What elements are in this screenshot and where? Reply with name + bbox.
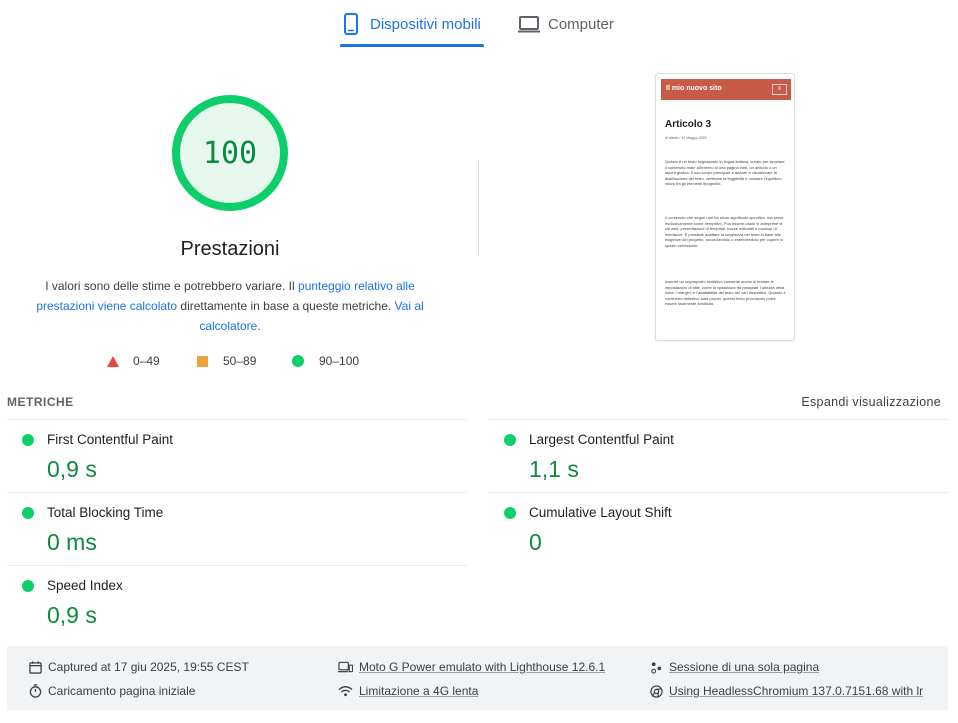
pass-circle-icon [504, 507, 516, 519]
device-tabs: Dispositivi mobili Computer [0, 0, 958, 48]
metric-lcp: Largest Contentful Paint 1,1 s [489, 420, 929, 490]
preview-site-title: Il mio nuovo sito [666, 85, 722, 92]
run-info-footer: Captured at 17 giu 2025, 19:55 CEST Cari… [7, 646, 948, 710]
people-icon [651, 661, 662, 674]
preview-post-meta: di utente / 10 Maggio 2025 [665, 136, 707, 140]
load-text: Caricamento pagina iniziale [48, 684, 196, 698]
legend-fail-range: 0–49 [133, 354, 160, 368]
performance-score: 100 [202, 135, 258, 171]
wifi-icon [338, 686, 353, 697]
pass-circle-icon [22, 580, 34, 592]
metric-value: 1,1 s [529, 456, 579, 482]
browser-info[interactable]: Using HeadlessChromium 137.0.7151.68 wit… [650, 683, 923, 699]
legend-pass: 90–100 [292, 354, 359, 368]
smartphone-icon [340, 12, 362, 36]
active-tab-indicator [340, 44, 484, 47]
triangle-icon [107, 355, 119, 367]
tab-desktop[interactable]: Computer [518, 0, 628, 48]
metric-speed-index: Speed Index 0,9 s [7, 566, 447, 636]
page-screenshot-thumbnail[interactable]: Il mio nuovo sito ≡ Articolo 3 di utente… [655, 73, 795, 341]
captured-info: Captured at 17 giu 2025, 19:55 CEST [29, 659, 249, 675]
metric-value: 0,9 s [47, 456, 97, 482]
metric-value: 0,9 s [47, 602, 97, 628]
preview-site-header: Il mio nuovo sito ≡ [661, 79, 791, 100]
tab-mobile-label: Dispositivi mobili [370, 15, 481, 33]
metric-label: Speed Index [47, 578, 123, 593]
monitor-icon [518, 12, 540, 36]
metric-value: 0 [529, 529, 542, 555]
calendar-icon [29, 660, 42, 674]
chrome-icon [650, 684, 663, 698]
preview-paragraph: Inserire un segnaposto realistico consen… [665, 279, 786, 306]
browser-link[interactable]: Using HeadlessChromium 137.0.7151.68 wit… [669, 684, 923, 698]
devices-icon [338, 661, 353, 673]
metric-label: Total Blocking Time [47, 505, 164, 520]
score-description: I valori sono delle stime e potrebbero v… [30, 276, 430, 336]
circle-icon [292, 355, 304, 367]
metric-label: Cumulative Layout Shift [529, 505, 672, 520]
metric-cls: Cumulative Layout Shift 0 [489, 493, 929, 563]
pass-circle-icon [22, 434, 34, 446]
metric-value: 0 ms [47, 529, 97, 555]
throttling-link[interactable]: Limitazione a 4G lenta [359, 684, 478, 698]
legend-average: 50–89 [197, 354, 256, 368]
legend-average-range: 50–89 [223, 354, 257, 368]
metrics-heading: METRICHE [7, 395, 74, 409]
expand-view-toggle[interactable]: Espandi visualizzazione [801, 395, 941, 409]
metric-tbt: Total Blocking Time 0 ms [7, 493, 447, 563]
tab-desktop-label: Computer [548, 15, 614, 33]
preview-paragraph: Questo è un testo segnaposto in lingua i… [665, 159, 785, 186]
square-icon [197, 355, 208, 367]
score-legend: 0–49 50–89 90–100 [0, 354, 460, 374]
legend-fail: 0–49 [107, 354, 160, 368]
metric-label: Largest Contentful Paint [529, 432, 674, 447]
pass-circle-icon [22, 507, 34, 519]
vertical-divider [478, 160, 479, 256]
preview-post-title: Articolo 3 [665, 119, 712, 130]
metric-fcp: First Contentful Paint 0,9 s [7, 420, 447, 490]
timer-icon [29, 684, 42, 698]
captured-text: Captured at 17 giu 2025, 19:55 CEST [48, 660, 249, 674]
device-link[interactable]: Moto G Power emulato with Lighthouse 12.… [359, 660, 605, 674]
preview-menu-icon: ≡ [772, 84, 787, 95]
pass-circle-icon [504, 434, 516, 446]
legend-pass-range: 90–100 [319, 354, 360, 368]
session-info[interactable]: Sessione di una sola pagina [650, 659, 819, 675]
device-info[interactable]: Moto G Power emulato with Lighthouse 12.… [338, 659, 605, 675]
performance-title: Prestazioni [180, 238, 280, 260]
preview-paragraph: Il contenuto che segue non ha alcun sign… [665, 215, 784, 248]
metric-label: First Contentful Paint [47, 432, 174, 447]
description-text: I valori sono delle stime e potrebbero v… [45, 279, 299, 293]
description-text-2: direttamente in base a queste metriche. [177, 299, 395, 313]
tab-mobile[interactable]: Dispositivi mobili [340, 0, 484, 48]
throttling-info[interactable]: Limitazione a 4G lenta [338, 683, 478, 699]
session-link[interactable]: Sessione di una sola pagina [669, 660, 819, 674]
load-info: Caricamento pagina iniziale [29, 683, 195, 699]
